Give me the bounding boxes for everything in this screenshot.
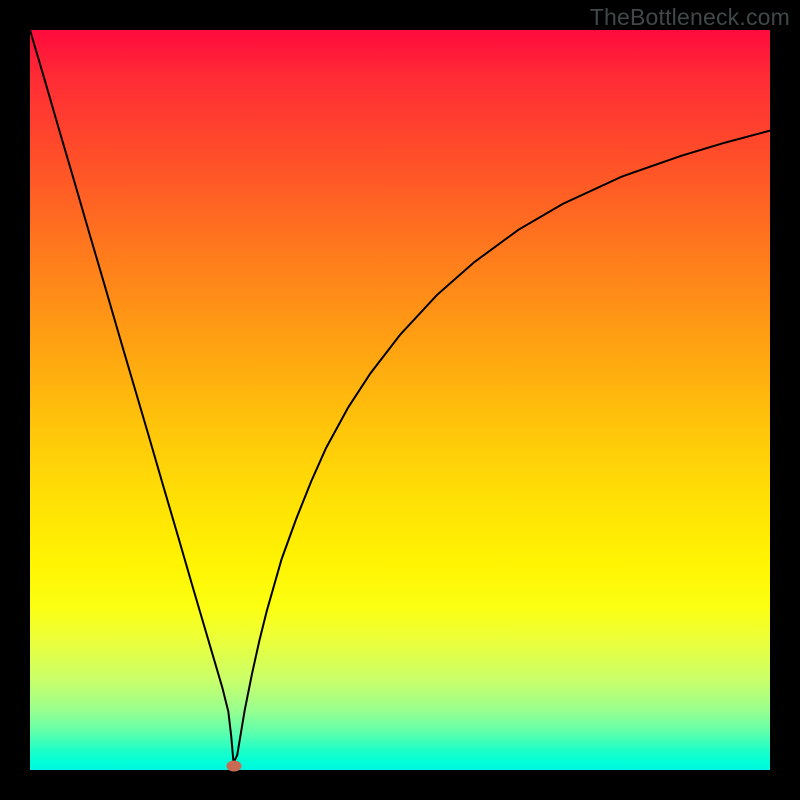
bottleneck-curve-plot <box>30 30 770 770</box>
minimum-marker-dot <box>226 761 241 772</box>
watermark-text: TheBottleneck.com <box>590 4 790 31</box>
chart-frame: TheBottleneck.com <box>0 0 800 800</box>
bottleneck-curve <box>30 30 770 763</box>
